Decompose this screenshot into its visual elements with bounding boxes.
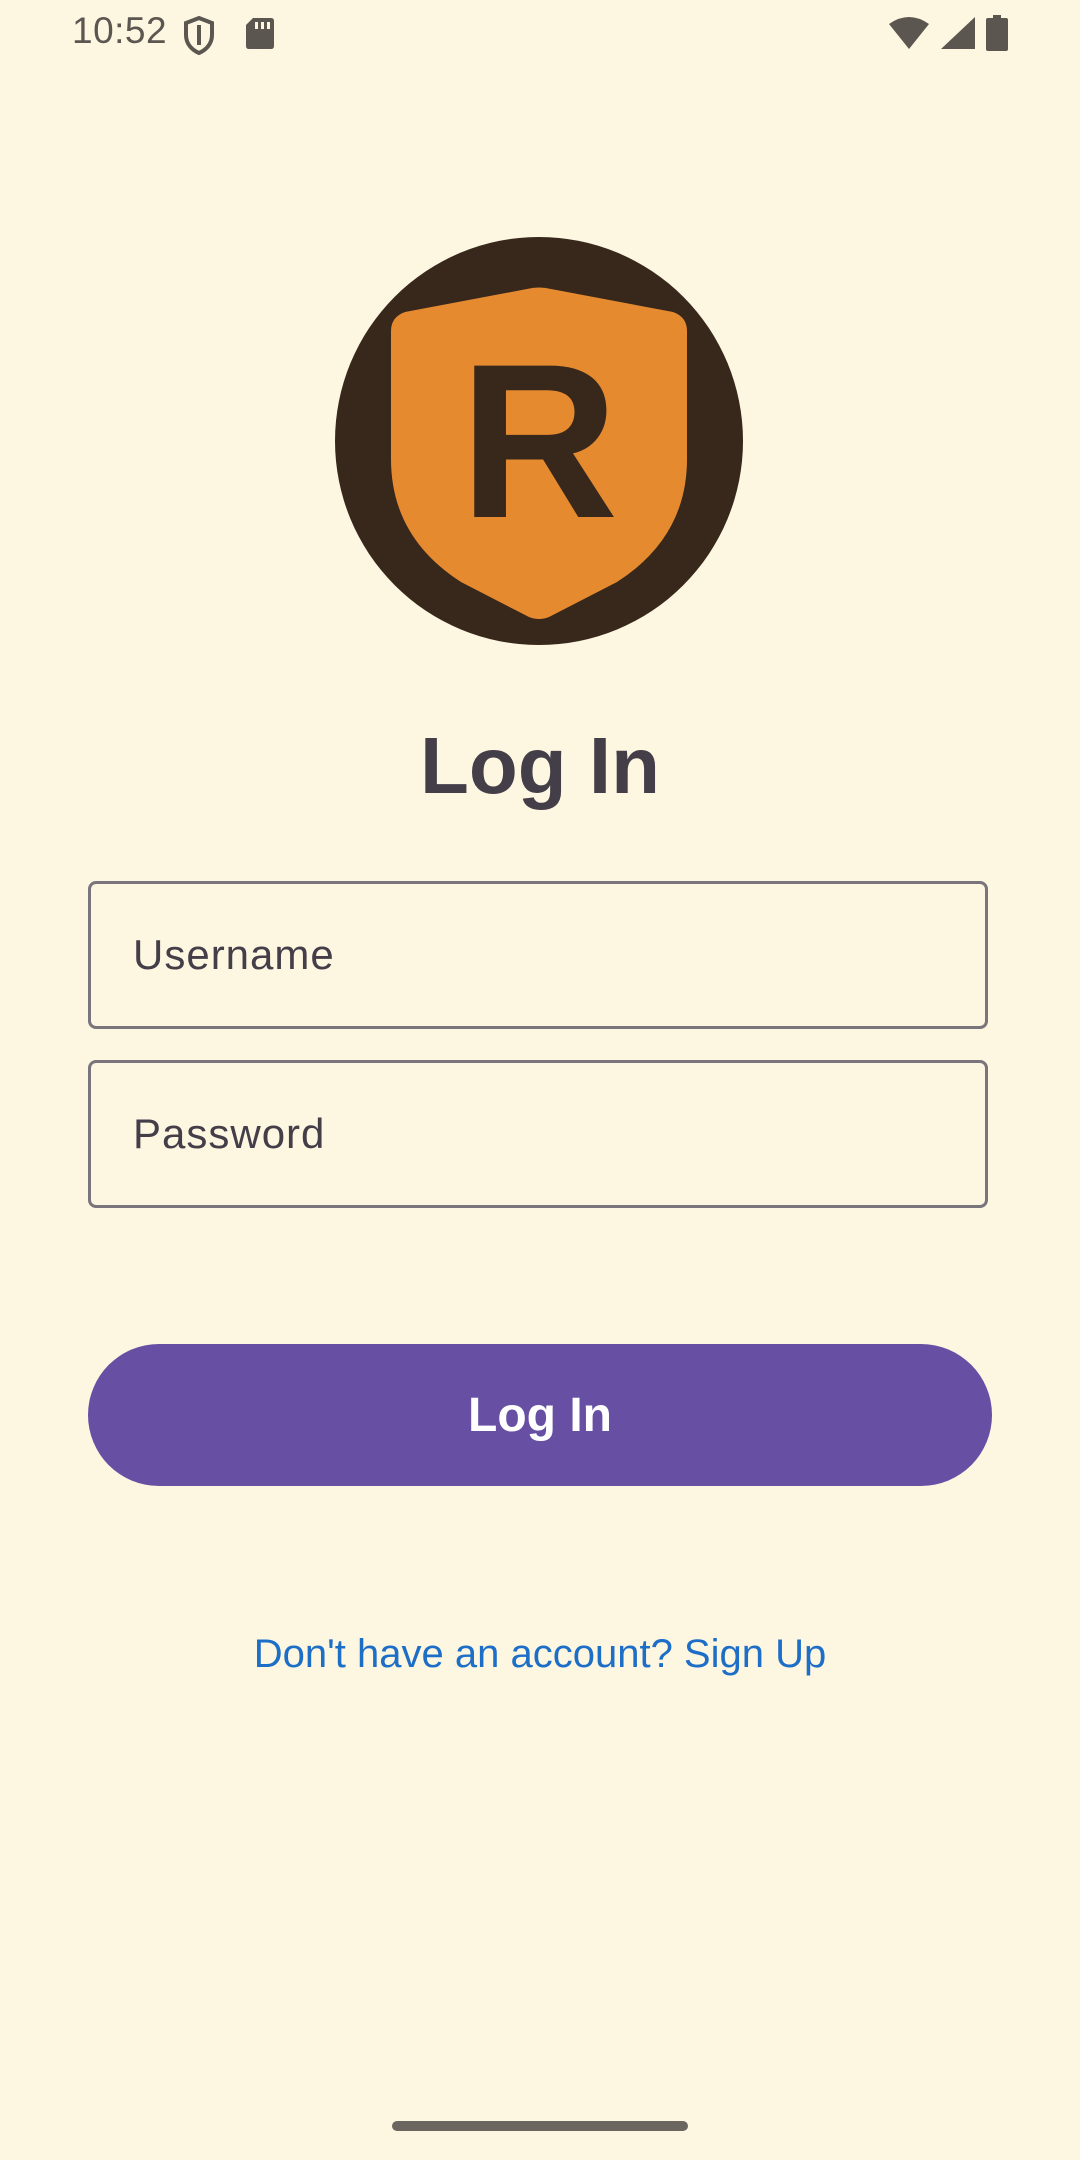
cellular-signal-icon <box>941 17 975 49</box>
status-bar: 10:52 <box>0 0 1080 66</box>
login-button[interactable]: Log In <box>88 1344 992 1486</box>
username-field[interactable] <box>88 881 988 1029</box>
app-logo: R <box>335 237 743 645</box>
status-time: 10:52 <box>72 10 168 51</box>
username-input[interactable] <box>91 884 985 1026</box>
wifi-icon <box>889 17 929 49</box>
password-input[interactable] <box>91 1063 985 1205</box>
page-title: Log In <box>420 721 660 810</box>
password-field[interactable] <box>88 1060 988 1208</box>
logo-letter: R <box>460 318 619 564</box>
shield-icon <box>184 15 214 55</box>
sd-card-icon <box>246 18 274 49</box>
battery-icon <box>986 15 1008 51</box>
signup-link[interactable]: Don't have an account? Sign Up <box>0 1632 1080 1677</box>
shield-logo-icon: R <box>391 287 687 619</box>
home-indicator[interactable] <box>392 2121 688 2131</box>
